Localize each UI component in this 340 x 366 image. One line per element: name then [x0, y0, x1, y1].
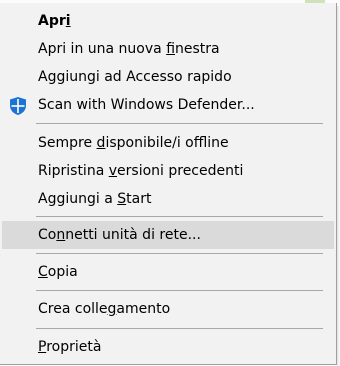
menu-item-label: Apri in una nuova finestra [38, 41, 220, 57]
menu-item-apri-nuova-finestra[interactable]: Apri in una nuova finestra [2, 38, 334, 60]
menu-item-label: Sempre disponibile/i offline [38, 135, 229, 151]
menu-separator [36, 328, 323, 329]
menu-separator [36, 253, 323, 254]
menu-separator [36, 216, 323, 217]
menu-item-scan-defender[interactable]: Scan with Windows Defender... [2, 94, 334, 116]
menu-item-aggiungi-a-start[interactable]: Aggiungi a Start [2, 188, 334, 210]
menu-item-label: Apri [38, 13, 71, 29]
menu-item-proprieta[interactable]: Proprietà [2, 336, 334, 358]
context-menu: Apri Apri in una nuova finestra Aggiungi… [0, 3, 337, 365]
menu-item-apri[interactable]: Apri [2, 10, 334, 32]
menu-item-label: Scan with Windows Defender... [38, 97, 255, 113]
menu-item-ripristina-versioni[interactable]: Ripristina versioni precedenti [2, 160, 334, 182]
menu-item-connetti-unita-rete[interactable]: Connetti unità di rete... [2, 221, 334, 249]
menu-separator [36, 290, 323, 291]
menu-item-label: Connetti unità di rete... [38, 227, 201, 243]
menu-item-label: Crea collegamento [38, 301, 171, 317]
menu-item-crea-collegamento[interactable]: Crea collegamento [2, 298, 334, 320]
menu-item-aggiungi-accesso-rapido[interactable]: Aggiungi ad Accesso rapido [2, 66, 334, 88]
menu-item-label: Aggiungi a Start [38, 191, 152, 207]
windows-defender-shield-icon [8, 96, 28, 116]
menu-separator [36, 123, 323, 124]
menu-item-copia[interactable]: Copia [2, 261, 334, 283]
menu-item-label: Aggiungi ad Accesso rapido [38, 69, 232, 85]
menu-item-sempre-disponibile-offline[interactable]: Sempre disponibile/i offline [2, 132, 334, 154]
menu-item-label: Proprietà [38, 339, 102, 355]
menu-item-label: Copia [38, 264, 78, 280]
menu-item-label: Ripristina versioni precedenti [38, 163, 244, 179]
